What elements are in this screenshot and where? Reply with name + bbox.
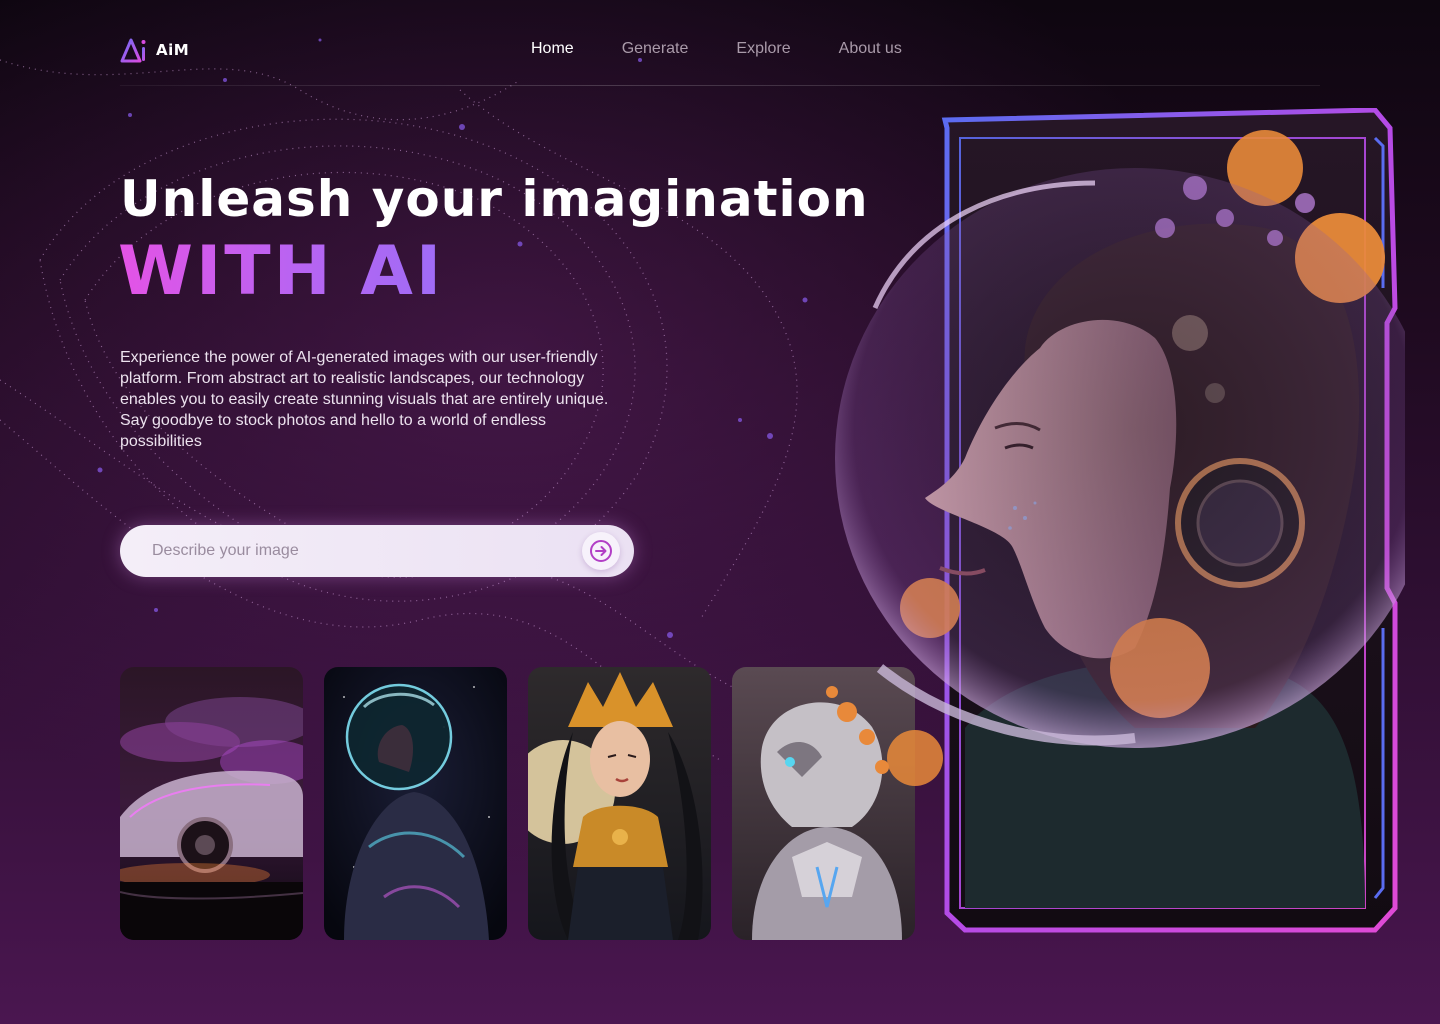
arrow-right-circle-icon <box>590 540 612 562</box>
main-nav: Home Generate Explore About us <box>531 40 950 58</box>
hero-title: Unleash your imagination <box>120 170 869 228</box>
gallery-card-astronaut[interactable] <box>324 667 507 940</box>
describe-image-input[interactable] <box>152 525 572 577</box>
site-header: AiM Home Generate Explore About us <box>0 0 1440 86</box>
featured-astronaut-portrait <box>835 108 1405 933</box>
header-divider <box>120 85 1320 86</box>
golden-queen-image <box>528 667 711 940</box>
nav-item-about-us[interactable]: About us <box>839 40 902 58</box>
gallery-card-queen[interactable] <box>528 667 711 940</box>
nav-item-home[interactable]: Home <box>531 40 574 58</box>
logo-mark-icon <box>120 38 146 63</box>
nav-item-explore[interactable]: Explore <box>736 40 790 58</box>
astronaut-image <box>324 667 507 940</box>
brand-logo[interactable]: AiM <box>120 37 189 63</box>
hero-accent-heading: WITH AI <box>118 232 445 311</box>
neon-car-image <box>120 667 303 940</box>
nav-item-generate[interactable]: Generate <box>622 40 689 58</box>
prompt-bar <box>120 525 634 577</box>
generate-submit-button[interactable] <box>582 532 620 570</box>
gallery-card-car[interactable] <box>120 667 303 940</box>
example-gallery <box>120 667 915 940</box>
hero-description: Experience the power of AI-generated ima… <box>120 349 609 450</box>
brand-name: AiM <box>156 41 190 59</box>
